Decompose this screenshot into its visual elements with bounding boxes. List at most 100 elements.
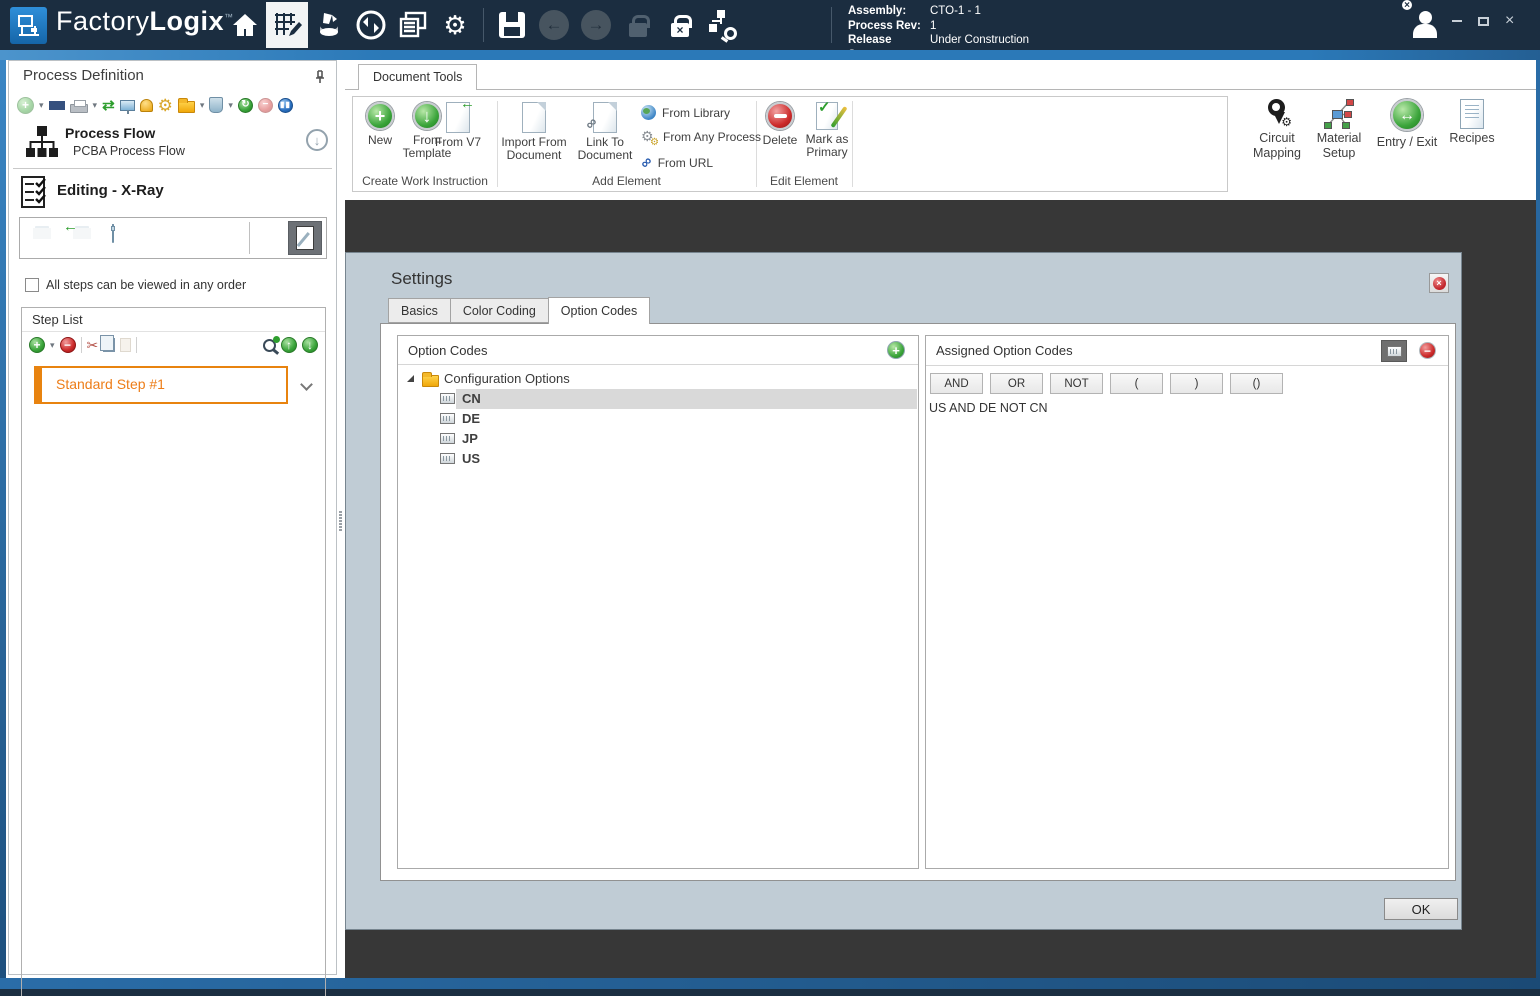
documents-button[interactable] (392, 2, 434, 48)
panel-title: Process Definition (23, 67, 144, 84)
gear-yellow-icon[interactable]: ⚙ (158, 97, 173, 114)
step-list-panel: Step List + ▾ − ✂ ↑ ↓ Standard Step #1 (21, 307, 326, 996)
find-icon[interactable] (48, 100, 65, 110)
material-setup-button[interactable]: Material Setup (1308, 99, 1370, 161)
editing-toolbar: ← (19, 217, 327, 259)
dialog-close-button[interactable]: × (1429, 273, 1449, 293)
back-arrow-icon: ← (539, 10, 569, 40)
tree-item-cn[interactable]: CN (398, 389, 918, 409)
edit-mode-button[interactable] (288, 221, 322, 255)
tree-root-row[interactable]: Configuration Options (398, 369, 918, 389)
delete-step-button[interactable] (112, 224, 114, 243)
presentation-icon[interactable] (119, 99, 135, 114)
splitter-grip[interactable] (339, 511, 342, 531)
tree-expander-icon[interactable] (407, 375, 414, 382)
tab-color-coding[interactable]: Color Coding (449, 298, 548, 323)
tab-document-tools[interactable]: Document Tools (358, 64, 478, 90)
from-url-button[interactable]: ∞ From URL (637, 153, 713, 173)
maximize-button[interactable] (1478, 16, 1489, 26)
print-icon[interactable] (69, 99, 88, 113)
step-chevron-icon[interactable] (300, 378, 313, 391)
from-v7-button[interactable]: ← From V7 (435, 96, 481, 149)
data-import-button[interactable] (308, 2, 350, 48)
from-any-process-button[interactable]: ⚙ ⚙ From Any Process (641, 129, 761, 148)
move-down-button[interactable]: ↓ (302, 337, 318, 353)
lock-release-button[interactable]: × (659, 2, 701, 48)
refresh-icon[interactable]: ↻ (237, 97, 253, 113)
add-option-code-button[interactable]: + (887, 341, 905, 359)
operator-or-button[interactable]: OR (990, 373, 1043, 394)
operator-parens-button[interactable]: () (1230, 373, 1283, 394)
operator-close-paren-button[interactable]: ) (1170, 373, 1223, 394)
pause-icon[interactable]: ▮▮ (277, 97, 293, 113)
process-editor-button[interactable] (266, 2, 308, 48)
factorylogix-logo-icon (10, 7, 47, 44)
flowchart-search-icon (707, 10, 737, 40)
tab-basics[interactable]: Basics (388, 298, 450, 323)
bell-icon[interactable] (139, 98, 153, 112)
caret-down-icon[interactable]: ▾ (200, 100, 205, 111)
step-item[interactable]: Standard Step #1 (34, 366, 288, 404)
mark-as-primary-button[interactable]: ✓ Mark as Primary (799, 100, 855, 159)
expression-text: US AND DE NOT CN (929, 401, 1048, 415)
operator-and-button[interactable]: AND (930, 373, 983, 394)
close-button[interactable]: × (1505, 13, 1514, 29)
any-order-checkbox[interactable] (25, 278, 39, 292)
process-rev-row: Process Rev: 1 (848, 19, 937, 32)
from-library-button[interactable]: From Library (641, 105, 730, 120)
cut-icon[interactable]: ✂ (87, 338, 99, 352)
save-button[interactable] (491, 2, 533, 48)
caret-down-icon[interactable]: ▾ (93, 100, 98, 111)
copy-icon[interactable] (100, 335, 116, 352)
undo-button[interactable]: ← (533, 2, 575, 48)
tab-option-codes[interactable]: Option Codes (547, 297, 651, 324)
tree-root-label: Configuration Options (444, 371, 570, 386)
link-to-document-button[interactable]: ∞ Link To Document (571, 102, 639, 162)
tab-content: Option Codes + Configuration Options CN (380, 323, 1456, 881)
tree-item-us[interactable]: US (398, 449, 918, 469)
process-search-button[interactable] (701, 2, 743, 48)
home-button[interactable] (224, 2, 266, 48)
caret-down-icon[interactable]: ▾ (50, 340, 55, 351)
toolbar-separator (136, 337, 138, 353)
unlock-button[interactable] (617, 2, 659, 48)
ok-button[interactable]: OK (1384, 898, 1458, 920)
expand-down-button[interactable]: ↓ (306, 129, 328, 151)
paste-icon[interactable] (120, 338, 132, 352)
shuffle-icon[interactable]: ⇄ (102, 98, 115, 113)
keyboard-entry-button[interactable] (1381, 340, 1407, 362)
divider (13, 168, 332, 169)
folder-icon (422, 372, 439, 387)
bucket-icon[interactable] (209, 97, 224, 113)
export-folder-icon[interactable] (177, 98, 195, 113)
add-step-button[interactable]: + (29, 337, 45, 353)
brand-name: FactoryLogix™ (56, 6, 234, 36)
process-toolbar: + ▾ ▾ ⇄ ⚙ ▾ ▾ ↻ − ▮▮ (17, 94, 293, 116)
add-icon[interactable]: + (17, 96, 34, 114)
entry-exit-button[interactable]: ↔ Entry / Exit (1368, 99, 1446, 150)
zoom-add-icon[interactable] (263, 335, 280, 352)
operator-open-paren-button[interactable]: ( (1110, 373, 1163, 394)
delete-element-button[interactable]: Delete (755, 102, 805, 147)
remove-step-button[interactable]: − (59, 337, 76, 353)
operator-not-button[interactable]: NOT (1050, 373, 1103, 394)
sync-button[interactable] (350, 2, 392, 48)
settings-gear-button[interactable]: ⚙ (434, 2, 476, 48)
pin-icon[interactable] (314, 70, 326, 89)
minimize-button[interactable] (1452, 20, 1462, 22)
tree-item-de[interactable]: DE (398, 409, 918, 429)
any-order-checkbox-row: All steps can be viewed in any order (25, 278, 246, 292)
recipes-button[interactable]: Recipes (1443, 99, 1501, 146)
caret-down-icon[interactable]: ▾ (39, 100, 44, 111)
clear-expression-button[interactable]: − (1419, 342, 1436, 359)
redo-button[interactable]: → (575, 2, 617, 48)
import-from-document-button[interactable]: Import From Document (493, 102, 575, 162)
caret-down-icon[interactable]: ▾ (228, 100, 233, 111)
entry-exit-icon: ↔ (1391, 99, 1423, 131)
remove-icon[interactable]: − (257, 97, 273, 113)
circuit-mapping-button[interactable]: ⚙ Circuit Mapping (1246, 99, 1308, 161)
move-up-button[interactable]: ↑ (281, 337, 297, 353)
tree-item-jp[interactable]: JP (398, 429, 918, 449)
close-icon: × (1432, 276, 1446, 290)
toolbar-separator (249, 222, 250, 254)
